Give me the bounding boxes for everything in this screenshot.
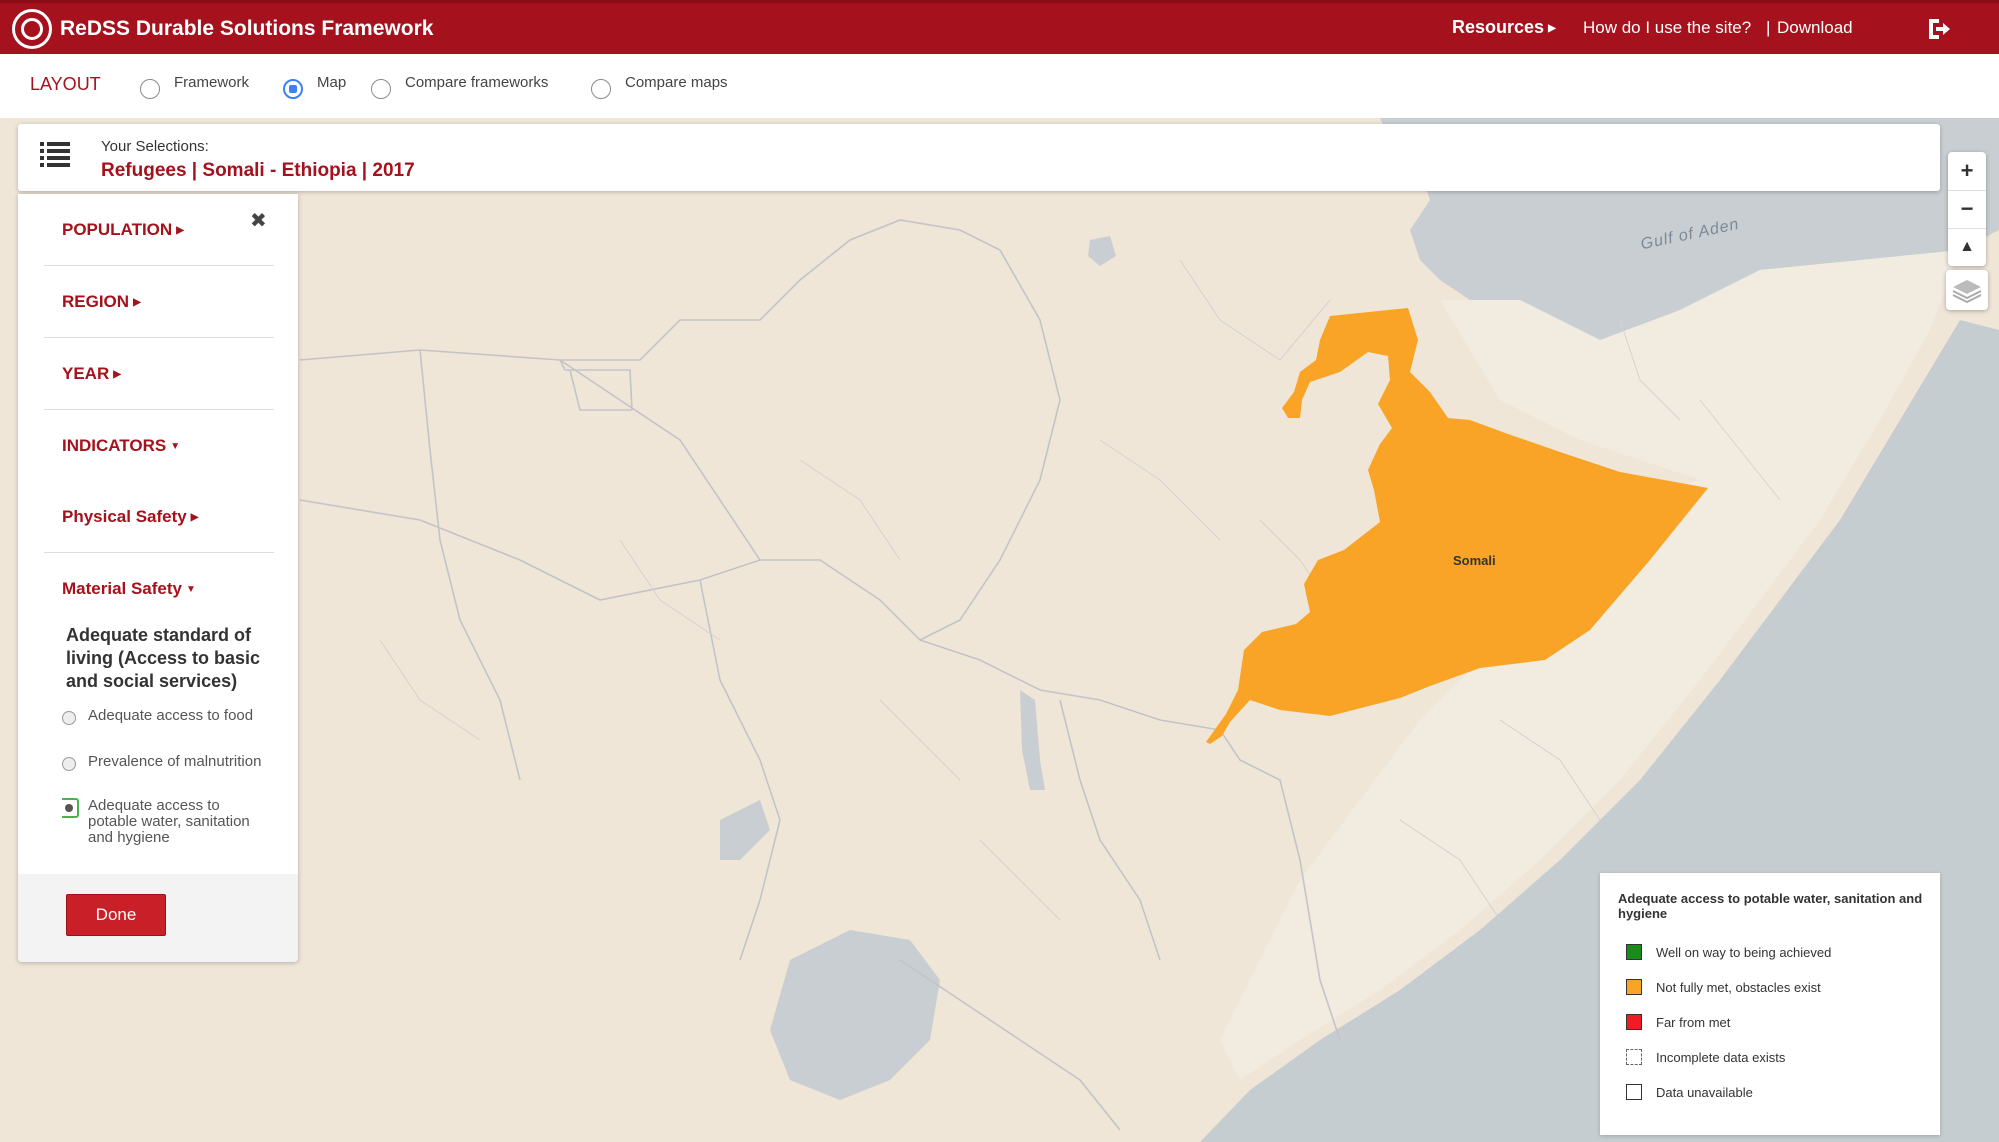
caret-right-icon: ▶ [1548,22,1556,34]
selections-label: Your Selections: [101,138,209,155]
top-navbar: ReDSS Durable Solutions Framework Resour… [0,0,1999,54]
legend-item: Well on way to being achieved [1626,942,1831,962]
filter-panel: ✖ POPULATION ▶ REGION ▶ YEAR ▶ INDICATORS ▼ … [18,194,298,962]
radio-button[interactable] [62,711,76,725]
indicator-option-label: Adequate access to potable water, sanita… [88,798,250,846]
layout-option-compare-maps[interactable]: Compare maps [591,73,728,99]
list-icon[interactable] [40,140,70,168]
lake-victoria [770,930,940,1100]
logout-icon[interactable] [1926,17,1952,41]
map-legend: Adequate access to potable water, sanita… [1600,873,1940,1135]
redss-logo-icon [12,9,52,49]
layout-option-framework[interactable]: Framework [140,73,249,99]
panel-item-physical-safety[interactable]: Physical Safety ▶ [62,507,302,527]
download-link[interactable]: Download [1777,18,1853,38]
divider [44,552,274,553]
legend-item: Incomplete data exists [1626,1047,1785,1067]
resources-label: Resources [1452,17,1545,37]
panel-item-label: Physical Safety [62,507,187,526]
legend-label: Well on way to being achieved [1656,944,1832,960]
caret-down-icon: ▼ [170,441,181,453]
panel-item-indicators[interactable]: INDICATORS ▼ [62,436,302,456]
indicator-option[interactable]: Prevalence of malnutrition [62,754,262,771]
divider [44,337,274,338]
panel-item-region[interactable]: REGION ▶ [62,292,302,312]
indicator-option-label: Prevalence of malnutrition [88,753,262,770]
legend-swatch-empty [1626,1084,1642,1100]
indicator-option[interactable]: Adequate access to food [62,708,262,725]
divider [44,409,274,410]
panel-footer: Done [18,874,298,962]
panel-item-label: INDICATORS [62,436,167,455]
radio-button[interactable] [62,757,76,771]
layout-option-label: Compare frameworks [405,73,549,91]
help-link[interactable]: How do I use the site? [1583,18,1751,38]
legend-item: Far from met [1626,1012,1730,1032]
legend-swatch-orange [1626,979,1642,995]
legend-item: Not fully met, obstacles exist [1626,977,1821,997]
panel-item-year[interactable]: YEAR ▶ [62,364,302,384]
layout-option-compare-frameworks[interactable]: Compare frameworks [371,73,548,99]
legend-label: Not fully met, obstacles exist [1656,979,1821,995]
lake-tana [1088,236,1116,266]
legend-swatch-green [1626,944,1642,960]
radio-button[interactable] [371,79,391,99]
legend-item: Data unavailable [1626,1082,1753,1102]
legend-label: Far from met [1656,1014,1731,1030]
legend-label: Data unavailable [1656,1084,1753,1100]
panel-item-label: YEAR [62,364,110,383]
panel-item-population[interactable]: POPULATION ▶ [62,220,302,240]
layout-bar: LAYOUT Framework Map Compare frameworks … [0,54,1999,119]
caret-right-icon: ▶ [176,225,184,237]
zoom-in-icon[interactable]: + [1948,152,1986,190]
caret-down-icon: ▼ [186,584,196,596]
nav-separator: | [1766,18,1771,37]
radio-button-checked[interactable] [62,798,79,818]
zoom-controls: + − ▲ [1948,152,1986,266]
compass-icon[interactable]: ▲ [1948,228,1986,266]
layout-label: LAYOUT [30,74,101,94]
radio-button[interactable] [591,79,611,99]
resources-menu[interactable]: Resources ▶ [1452,17,1556,38]
indicator-option-label: Adequate access to food [88,707,254,724]
layers-button[interactable] [1946,270,1988,310]
app-title: ReDSS Durable Solutions Framework [60,17,434,40]
divider [44,265,274,266]
caret-right-icon: ▶ [190,512,199,524]
layout-option-label: Framework [174,73,250,91]
panel-item-label: Material Safety [62,579,182,598]
radio-button-checked[interactable] [283,79,303,99]
selections-bar: Your Selections: Refugees | Somali - Eth… [18,124,1940,191]
legend-swatch-dashed [1626,1049,1642,1065]
layers-icon [1952,280,1982,304]
zoom-out-icon[interactable]: − [1948,190,1986,228]
somali-region-label: Somali [1453,553,1496,568]
legend-label: Incomplete data exists [1656,1049,1786,1065]
layout-option-label: Map [317,73,347,91]
layout-option-label: Compare maps [625,73,728,91]
indicator-group-title: Adequate standard of living (Access to b… [66,625,261,691]
caret-right-icon: ▶ [113,369,121,381]
legend-title: Adequate access to potable water, sanita… [1618,891,1923,921]
caret-right-icon: ▶ [133,297,141,309]
indicator-option-selected[interactable]: Adequate access to potable water, sanita… [62,798,262,856]
radio-button[interactable] [140,79,160,99]
panel-item-material-safety[interactable]: Material Safety ▼ [62,579,302,599]
lake-turkana [1020,690,1045,790]
done-button[interactable]: Done [66,894,166,936]
panel-item-label: REGION [62,292,130,311]
layout-option-map[interactable]: Map [283,73,346,99]
lake-kyoga [720,800,770,860]
legend-swatch-red [1626,1014,1642,1030]
selections-value: Refugees | Somali - Ethiopia | 2017 [101,160,415,181]
panel-item-label: POPULATION [62,220,173,239]
